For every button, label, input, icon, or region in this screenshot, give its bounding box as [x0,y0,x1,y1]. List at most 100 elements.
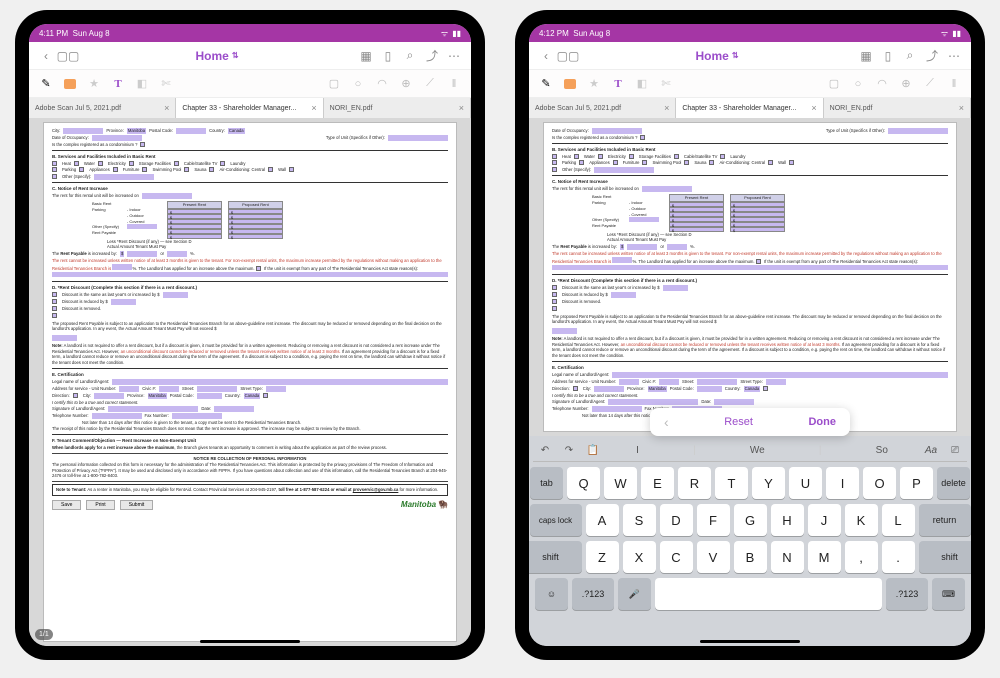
home-indicator[interactable] [700,640,800,643]
nav-title[interactable]: Home⇅ [695,49,738,63]
library-icon[interactable]: ▢▢ [561,49,575,63]
tool-icon-3[interactable]: ★ [587,77,601,91]
add-icon[interactable]: ⊕ [399,77,413,91]
close-icon[interactable]: × [459,103,464,113]
save-button[interactable]: Save [52,500,81,510]
key-w[interactable]: W [604,467,637,499]
key-dismiss[interactable]: ⌨ [932,578,965,610]
camera-icon[interactable]: ⎚ [947,443,963,459]
tab-3[interactable]: NORI_EN.pdf× [824,98,971,118]
shape-circle-icon[interactable]: ○ [851,77,865,91]
key-j[interactable]: J [808,504,841,536]
home-indicator[interactable] [200,640,300,643]
key-comma[interactable]: , [845,541,878,573]
key-c[interactable]: C [660,541,693,573]
key-q[interactable]: Q [567,467,600,499]
eraser-icon[interactable]: ◧ [135,77,149,91]
key-f[interactable]: F [697,504,730,536]
shape-rect-icon[interactable]: ▢ [327,77,341,91]
key-num-left[interactable]: .?123 [572,578,614,610]
shape-rect-icon[interactable]: ▢ [827,77,841,91]
key-h[interactable]: H [771,504,804,536]
cut-icon[interactable]: ✄ [159,77,173,91]
redo-icon[interactable]: ↷ [561,443,577,459]
done-button[interactable]: Done [808,416,836,428]
key-u[interactable]: U [789,467,822,499]
suggestion-1[interactable]: I [636,445,639,456]
library-icon[interactable]: ▢▢ [61,49,75,63]
key-emoji[interactable]: ☺ [535,578,568,610]
close-icon[interactable]: × [664,103,669,113]
lasso-icon[interactable]: ◠ [375,77,389,91]
key-l[interactable]: L [882,504,915,536]
highlighter-icon[interactable] [63,77,77,91]
tab-2[interactable]: Chapter 33 - Shareholder Manager...× [676,98,823,118]
shape-circle-icon[interactable]: ○ [351,77,365,91]
key-v[interactable]: V [697,541,730,573]
key-s[interactable]: S [623,504,656,536]
close-icon[interactable]: × [164,103,169,113]
key-z[interactable]: Z [586,541,619,573]
text-tool-icon[interactable]: T [111,77,125,91]
document-viewport[interactable]: City:Province:ManitobaPostal Code:Countr… [29,118,471,646]
key-p[interactable]: P [900,467,933,499]
search-icon[interactable]: ⌕ [903,49,917,63]
pdf-page[interactable]: City:Province:ManitobaPostal Code:Countr… [43,122,457,642]
tab-3[interactable]: NORI_EN.pdf× [324,98,471,118]
key-shift-left[interactable]: shift [529,541,582,573]
bookmark-icon[interactable]: ▯ [381,49,395,63]
grid-icon[interactable]: ▦ [859,49,873,63]
pen-icon[interactable]: ✎ [39,77,53,91]
tab-1[interactable]: Adobe Scan Jul 5, 2021.pdf× [29,98,176,118]
key-num-right[interactable]: .?123 [886,578,928,610]
key-b[interactable]: B [734,541,767,573]
share-icon[interactable]: ⤴ [925,49,939,63]
tab-2[interactable]: Chapter 33 - Shareholder Manager...× [176,98,323,118]
key-t[interactable]: T [715,467,748,499]
key-o[interactable]: O [863,467,896,499]
grid-icon[interactable]: ▦ [359,49,373,63]
back-icon[interactable]: ‹ [39,49,53,63]
eraser-icon[interactable]: ◧ [635,77,649,91]
nav-title[interactable]: Home ⇅ [195,49,238,63]
key-space[interactable] [655,578,882,610]
key-m[interactable]: M [808,541,841,573]
undo-icon[interactable]: ↶ [537,443,553,459]
key-mic[interactable]: 🎤 [618,578,651,610]
reset-button[interactable]: Reset [724,416,753,428]
suggestion-2[interactable]: We [750,445,765,456]
bookmark-icon[interactable]: ▯ [881,49,895,63]
pause-icon[interactable]: ‖ [947,77,961,91]
key-x[interactable]: X [623,541,656,573]
close-icon[interactable]: × [959,103,964,113]
close-icon[interactable]: × [811,103,816,113]
key-i[interactable]: I [826,467,859,499]
suggestion-3[interactable]: So [876,445,888,456]
more-icon[interactable]: ⋯ [947,49,961,63]
search-icon[interactable]: ⌕ [403,49,417,63]
key-period[interactable]: . [882,541,915,573]
document-viewport[interactable]: Date of Occupancy:Type of Unit (Specific… [529,118,971,436]
key-delete[interactable]: delete [937,467,970,499]
more-icon[interactable]: ⋯ [447,49,461,63]
share-icon[interactable]: ⤴ [425,49,439,63]
key-tab[interactable]: tab [530,467,563,499]
highlighter-icon[interactable] [563,77,577,91]
key-d[interactable]: D [660,504,693,536]
pause-icon[interactable]: ‖ [447,77,461,91]
key-n[interactable]: N [771,541,804,573]
key-y[interactable]: Y [752,467,785,499]
cut-icon[interactable]: ✄ [659,77,673,91]
tool-icon-3[interactable]: ★ [87,77,101,91]
tab-1[interactable]: Adobe Scan Jul 5, 2021.pdf× [529,98,676,118]
key-g[interactable]: G [734,504,767,536]
print-button[interactable]: Print [86,500,114,510]
popup-back-icon[interactable]: ‹ [664,414,669,430]
back-icon[interactable]: ‹ [539,49,553,63]
key-k[interactable]: K [845,504,878,536]
ruler-icon[interactable]: ⟋ [423,77,437,91]
key-shift-right[interactable]: shift [919,541,972,573]
key-capslock[interactable]: caps lock [530,504,582,536]
format-icon[interactable]: Aa [923,443,939,459]
text-tool-icon[interactable]: T [611,77,625,91]
